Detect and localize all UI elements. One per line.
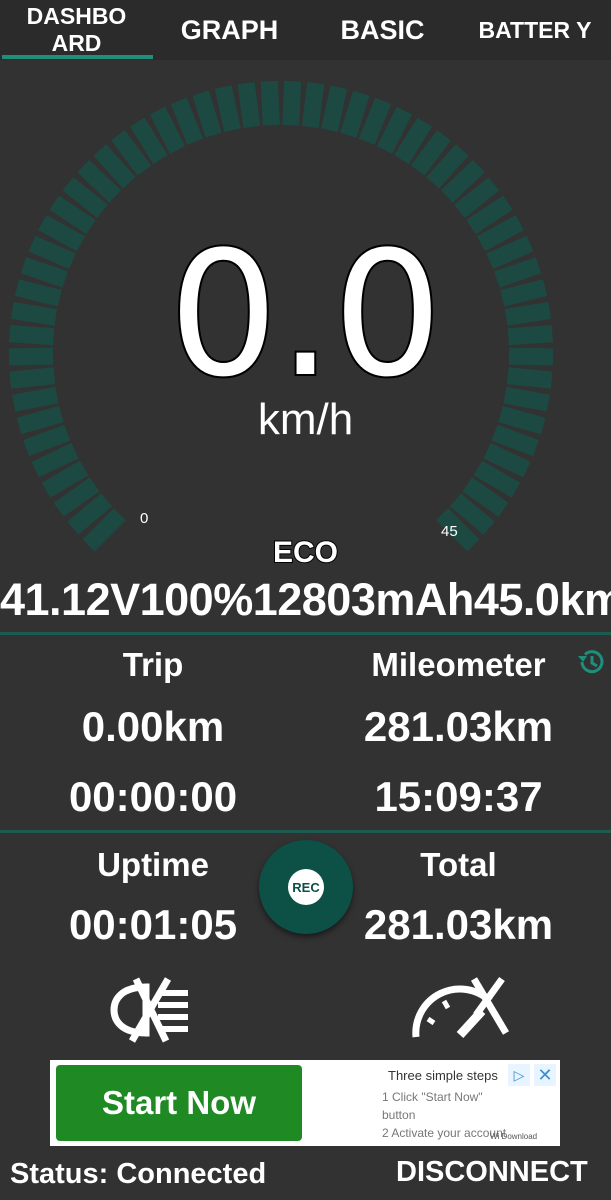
gauge-segment — [282, 80, 302, 126]
gauge-segment — [31, 442, 79, 478]
ad-start-button[interactable]: Start Now — [56, 1065, 302, 1141]
record-button-label: REC — [288, 869, 324, 905]
ad-choices-icon[interactable]: ▷ — [508, 1064, 530, 1086]
trip-time: 00:00:00 — [68, 773, 238, 820]
active-tab-indicator — [2, 55, 153, 59]
battery-capacity: 12803mAh — [252, 574, 475, 625]
disconnect-button[interactable]: DISCONNECT — [396, 1156, 588, 1189]
ad-title: Three simple steps — [388, 1068, 498, 1083]
headlight-off-icon[interactable] — [108, 975, 200, 1045]
ride-mode: ECO — [272, 535, 339, 570]
gauge-segment — [237, 82, 261, 128]
gauge-segment — [483, 442, 531, 478]
divider — [0, 632, 611, 635]
battery-voltage: 41.12V — [0, 574, 140, 625]
gauge-segment — [192, 90, 222, 138]
tab-basic[interactable]: BASIC — [306, 0, 459, 60]
tab-dashboard[interactable]: DASHBO ARD — [0, 0, 153, 60]
gauge-segment — [358, 97, 392, 145]
speed-limit-off-icon[interactable] — [410, 975, 510, 1045]
gauge-min-label: 0 — [140, 510, 149, 527]
gauge-segment — [214, 85, 241, 133]
gauge-segment — [321, 85, 348, 133]
tab-bar: DASHBO ARD GRAPH BASIC BATTER Y — [0, 0, 611, 60]
battery-summary: 41.12V100%12803mAh45.0km — [0, 574, 611, 626]
uptime-value: 00:01:05 — [68, 901, 238, 948]
connection-status: Status: Connected — [10, 1158, 267, 1190]
trip-distance: 0.00km — [81, 703, 225, 750]
speed-unit: km/h — [257, 395, 354, 444]
battery-percent: 100% — [139, 574, 254, 625]
ad-badge: Wi Download — [490, 1132, 538, 1141]
battery-range: 45.0km — [473, 574, 611, 625]
gauge-segment — [301, 82, 325, 128]
divider — [0, 830, 611, 833]
mileometer-time: 15:09:37 — [374, 773, 543, 820]
speed-value: 0.0 — [167, 214, 445, 415]
mileometer-distance: 281.03km — [363, 703, 554, 750]
mileometer-label: Mileometer — [371, 646, 546, 683]
record-button[interactable]: REC — [259, 840, 353, 934]
gauge-segment — [340, 90, 370, 138]
ad-step-1: 1 Click "Start Now" button — [382, 1090, 483, 1122]
history-icon[interactable] — [574, 645, 608, 679]
close-icon[interactable]: ✕ — [534, 1064, 556, 1086]
gauge-segment — [260, 80, 280, 126]
gauge-segment — [170, 97, 204, 145]
ad-step-2: 2 Activate your account — [382, 1126, 507, 1140]
total-value: 281.03km — [363, 901, 554, 948]
ad-banner[interactable]: Start Now Three simple steps 1 Click "St… — [50, 1060, 560, 1146]
trip-label: Trip — [122, 646, 184, 683]
tab-battery[interactable]: BATTER Y — [459, 0, 611, 60]
tab-graph[interactable]: GRAPH — [153, 0, 306, 60]
